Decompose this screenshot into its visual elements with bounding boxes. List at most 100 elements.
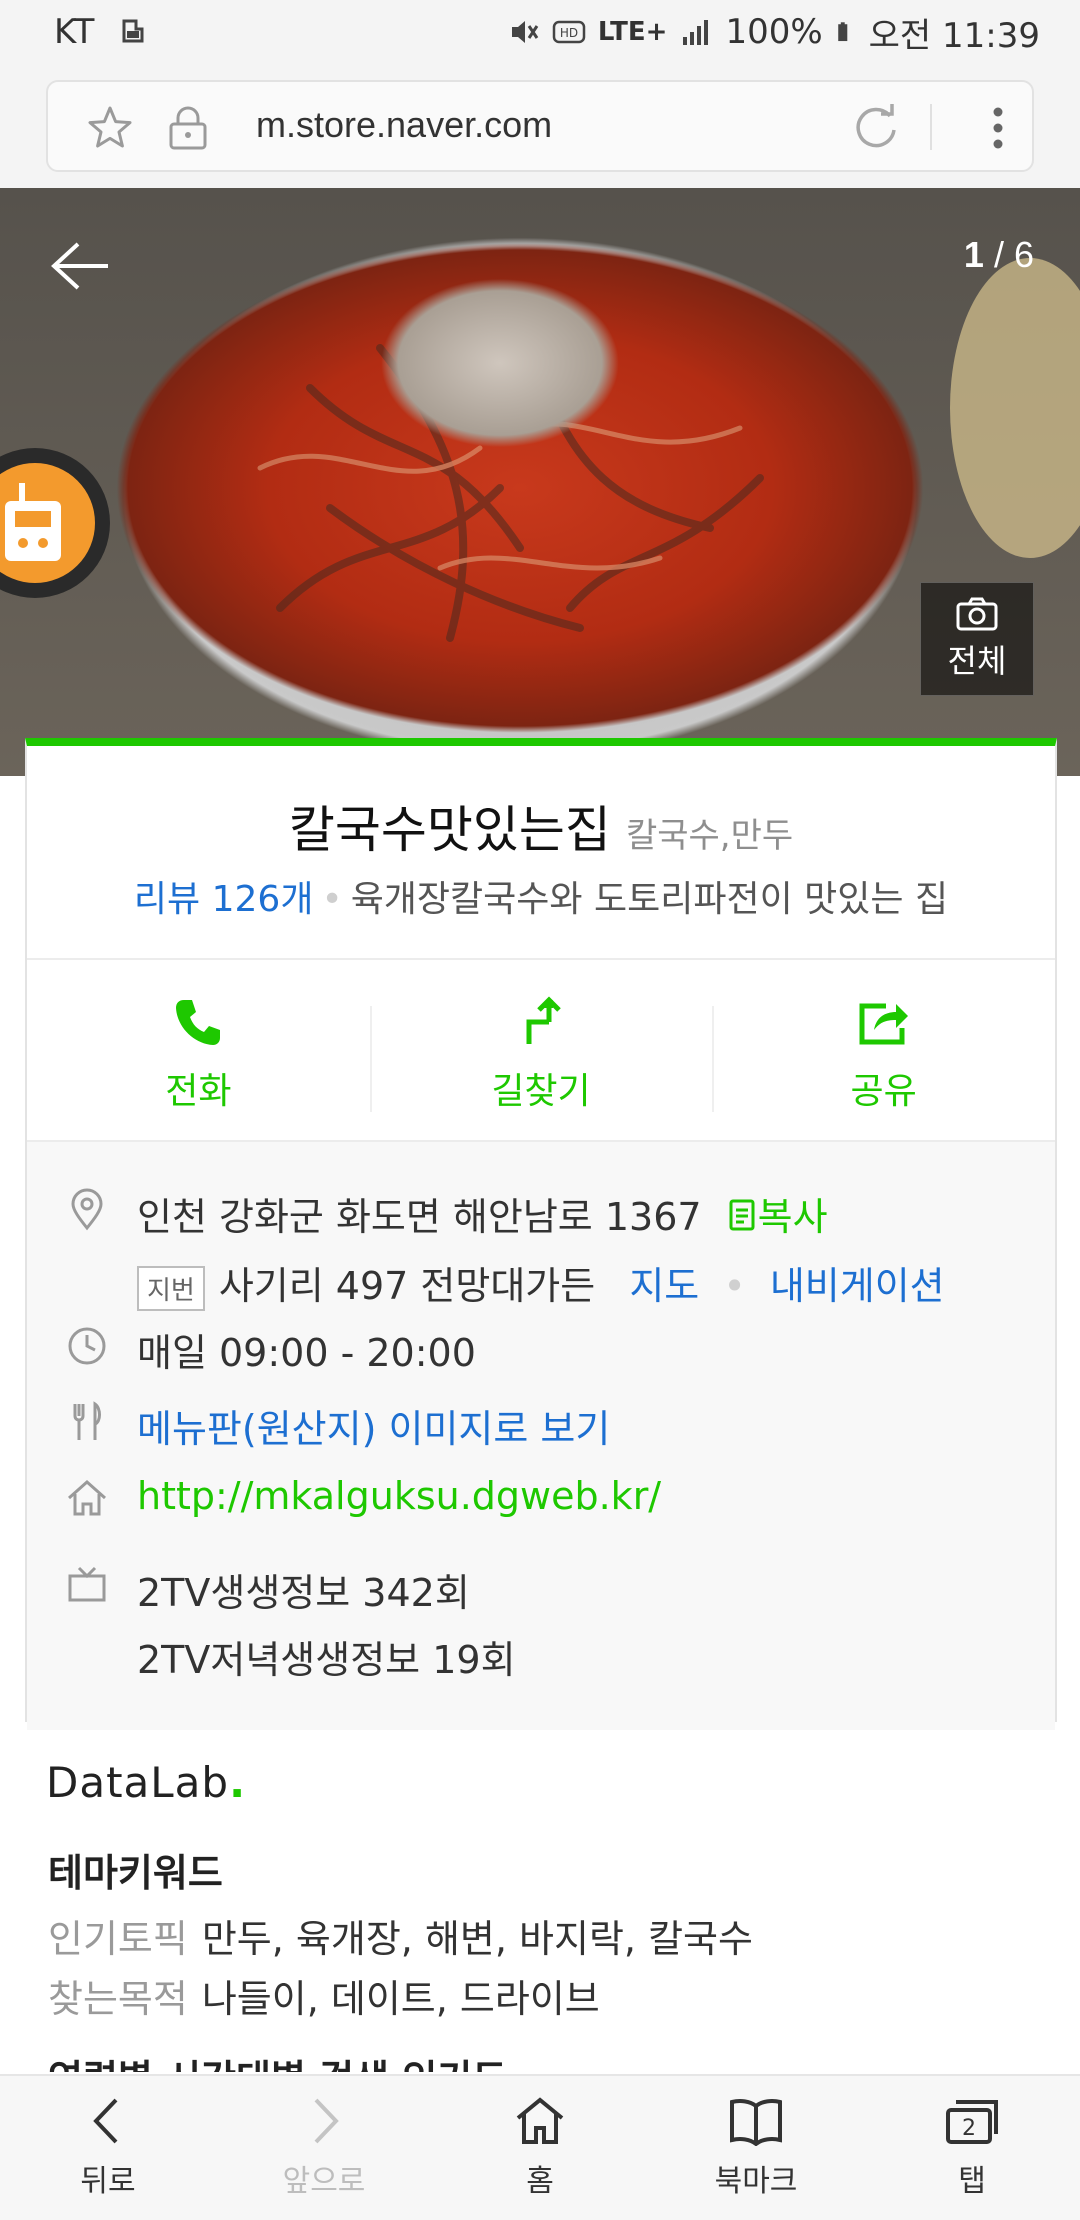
- network-type: LTE+: [597, 17, 668, 47]
- nav-tabs-label: 탭: [958, 2164, 986, 2199]
- nav-bookmark-label: 북마크: [714, 2164, 798, 2199]
- clock-icon: [68, 1327, 106, 1365]
- food-photo-meat: [380, 278, 620, 448]
- share-icon: [859, 1003, 908, 1045]
- home-outline-icon: [68, 1479, 106, 1516]
- menu-row: 메뉴판(원산지) 이미지로 보기: [65, 1398, 610, 1453]
- store-category: 칼국수,만두: [625, 816, 794, 856]
- phone-icon: [176, 1000, 221, 1045]
- theme-keywords-title: 테마키워드: [48, 1851, 223, 1895]
- search-purpose-row: 찾는목적 나들이, 데이트, 드라이브: [48, 1968, 600, 2023]
- mute-icon: [511, 21, 539, 43]
- nav-home-label: 홈: [526, 2164, 554, 2199]
- url-text[interactable]: m.store.naver.com: [256, 104, 552, 146]
- photo-total: 6: [1013, 234, 1034, 275]
- menu-image-link[interactable]: 메뉴판(원산지) 이미지로 보기: [137, 1398, 610, 1453]
- call-button[interactable]: 전화: [27, 968, 370, 1142]
- store-description: 육개장칼국수와 도토리파전이 맛있는 집: [350, 879, 949, 920]
- store-photo-gallery[interactable]: 1 / 6 전체: [0, 188, 1080, 776]
- search-purpose-value: 나들이, 데이트, 드라이브: [201, 1977, 600, 2021]
- store-summary-row: 리뷰 126개 • 육개장칼국수와 도토리파전이 맛있는 집: [27, 870, 1055, 922]
- forward-icon: [314, 2098, 339, 2144]
- tv-appearance-1: 2TV생생정보 342회: [137, 1571, 470, 1615]
- address-bar[interactable]: m.store.naver.com: [46, 80, 1034, 172]
- website-row: http://mkalguksu.dgweb.kr/: [65, 1474, 661, 1520]
- popular-topic-row: 인기토픽 만두, 육개장, 해변, 바지락, 칼국수: [48, 1908, 753, 1963]
- search-purpose-label: 찾는목적: [48, 1977, 188, 2021]
- website-link[interactable]: http://mkalguksu.dgweb.kr/: [137, 1474, 661, 1518]
- review-count-link[interactable]: 리뷰 126개: [134, 879, 314, 920]
- store-title-row: 칼국수맛있는집 칼국수,만두: [27, 790, 1055, 862]
- store-name: 칼국수맛있는집: [288, 801, 611, 859]
- share-button[interactable]: 공유: [712, 968, 1055, 1142]
- bookmark-icon: [730, 2099, 782, 2146]
- battery-percent: 100%: [725, 12, 823, 52]
- walkie-talkie-floating-button[interactable]: [0, 448, 110, 598]
- hours-row: 매일 09:00 - 20:00: [65, 1322, 476, 1377]
- nav-back-button[interactable]: 뒤로: [0, 2076, 216, 2220]
- browser-bottom-nav: 뒤로 앞으로 홈 북마크 2 탭: [0, 2074, 1080, 2220]
- toolbar-divider: [930, 104, 932, 150]
- copy-label: 복사: [757, 1195, 828, 1239]
- datalab-logo: DataLab.: [46, 1758, 246, 1807]
- store-info-card: 칼국수맛있는집 칼국수,만두 리뷰 126개 • 육개장칼국수와 도토리파전이 맛있…: [25, 738, 1057, 1730]
- carrier-label: KT: [54, 12, 95, 52]
- copy-icon: [729, 1199, 755, 1231]
- photo-counter-separator: /: [983, 234, 1014, 275]
- lot-address: 사기리 497 전망대가든: [218, 1264, 596, 1308]
- signal-icon: [683, 20, 709, 45]
- action-bar: 전화 길찾기 공유: [27, 968, 1055, 1142]
- location-pin-icon: [71, 1188, 103, 1231]
- map-link[interactable]: 지도: [629, 1264, 699, 1308]
- tabs-icon: 2: [946, 2100, 998, 2144]
- copy-address-button[interactable]: 복사: [728, 1195, 828, 1239]
- hd-voice-icon: HD: [552, 20, 586, 44]
- bookmark-star-icon[interactable]: [86, 104, 134, 152]
- address-row: 인천 강화군 화도면 해안남로 1367 복사 지번 사기리 497 전망대가든 …: [65, 1186, 945, 1311]
- road-address: 인천 강화군 화도면 해안남로 1367: [137, 1195, 702, 1239]
- fork-knife-icon: [73, 1401, 101, 1440]
- nav-forward-button[interactable]: 앞으로: [216, 2076, 432, 2220]
- battery-icon: [837, 22, 847, 42]
- home-icon: [516, 2097, 564, 2144]
- more-menu-icon[interactable]: [978, 102, 1018, 154]
- popular-topic-value: 만두, 육개장, 해변, 바지락, 칼국수: [201, 1917, 753, 1961]
- browser-toolbar: m.store.naver.com: [0, 64, 1080, 188]
- nav-tabs-button[interactable]: 2 탭: [864, 2076, 1080, 2220]
- photo-current: 1: [963, 234, 984, 275]
- view-all-photos-button[interactable]: 전체: [920, 582, 1034, 696]
- nav-bookmark-button[interactable]: 북마크: [648, 2076, 864, 2220]
- lock-icon[interactable]: [166, 104, 210, 152]
- nav-back-label: 뒤로: [80, 2164, 136, 2199]
- camera-icon: [956, 597, 998, 631]
- tab-count-badge: 2: [962, 2116, 976, 2141]
- navigation-link[interactable]: 내비게이션: [770, 1264, 945, 1308]
- lot-number-tag: 지번: [137, 1266, 205, 1311]
- side-dish-bowl: [950, 258, 1080, 558]
- store-details: 인천 강화군 화도면 해안남로 1367 복사 지번 사기리 497 전망대가든 …: [27, 1142, 1055, 1730]
- nav-forward-label: 앞으로: [282, 2164, 366, 2199]
- back-arrow-icon[interactable]: [48, 236, 112, 296]
- age-time-popularity-title: 연령별 시간대별 검색 인기도: [48, 2048, 507, 2072]
- separator-dot: •: [723, 1264, 746, 1308]
- datalab-brand-dot: .: [229, 1758, 247, 1807]
- directions-button[interactable]: 길찾기: [369, 968, 713, 1142]
- reload-icon[interactable]: [850, 102, 902, 154]
- clock: 오전 11:39: [868, 15, 1040, 56]
- tv-appearance-row: 2TV생생정보 342회 2TV저녁생생정보 19회: [65, 1562, 516, 1684]
- business-hours: 매일 09:00 - 20:00: [137, 1331, 476, 1375]
- directions-icon: [526, 996, 561, 1044]
- status-bar: KT HD LTE+ 100% 오전 11:39: [0, 0, 1080, 64]
- card-divider: [27, 958, 1055, 960]
- nav-home-button[interactable]: 홈: [432, 2076, 648, 2220]
- tv-appearance-2: 2TV저녁생생정보 19회: [137, 1638, 516, 1682]
- view-all-label: 전체: [947, 642, 1007, 680]
- photo-counter: 1 / 6: [964, 234, 1034, 276]
- separator-dot: •: [321, 879, 343, 920]
- datalab-brand: DataLab: [46, 1758, 230, 1807]
- directions-label: 길찾기: [491, 1071, 591, 1112]
- share-label: 공유: [850, 1071, 917, 1112]
- tv-icon: [68, 1566, 106, 1602]
- back-icon: [93, 2098, 118, 2144]
- call-label: 전화: [165, 1071, 232, 1112]
